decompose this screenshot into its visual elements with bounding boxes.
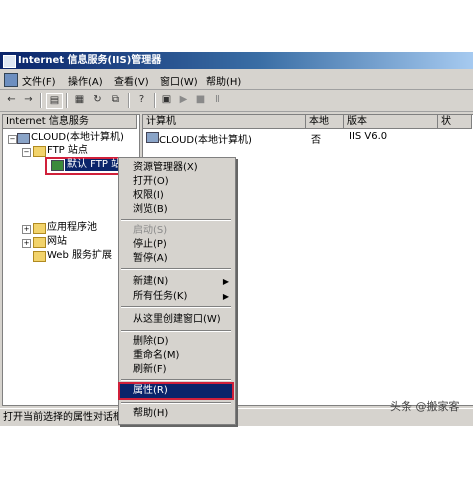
menu-item-open[interactable]: 打开(O) xyxy=(119,175,233,188)
folder-icon xyxy=(33,146,46,157)
show-tree-icon[interactable]: ▤ xyxy=(46,93,63,109)
properties-icon[interactable]: ▦ xyxy=(72,93,87,107)
column-header-version[interactable]: 版本 xyxy=(344,115,438,129)
menu-item-properties[interactable]: 属性(R) xyxy=(118,382,234,400)
cell-local: 否 xyxy=(311,135,321,146)
cell-version: IIS V6.0 xyxy=(349,131,388,142)
menu-window[interactable]: 窗口(W) xyxy=(160,73,198,88)
cell-computer: CLOUD(本地计算机) xyxy=(159,135,252,146)
menu-item-browse[interactable]: 浏览(B) xyxy=(119,203,233,216)
export-icon[interactable]: ⧉ xyxy=(108,93,123,107)
help-icon[interactable]: ? xyxy=(134,93,149,107)
toolbar-separator xyxy=(128,93,130,108)
menu-view[interactable]: 查看(V) xyxy=(114,73,149,88)
menu-file[interactable]: 文件(F) xyxy=(22,73,56,88)
pause-icon[interactable]: Ⅱ xyxy=(210,93,225,107)
menu-item-rename[interactable]: 重命名(M) xyxy=(119,349,233,362)
toolbar-separator xyxy=(66,93,68,108)
ftp-site-icon xyxy=(51,160,64,171)
window-title: Internet 信息服务(IIS)管理器 xyxy=(18,55,162,66)
menu-item-label: 权限(I) xyxy=(133,190,164,201)
menu-item-label: 启动(S) xyxy=(133,225,168,236)
menu-item-label: 属性(R) xyxy=(133,385,168,396)
menu-item-pause[interactable]: 暂停(A) xyxy=(119,252,233,265)
column-header-local[interactable]: 本地 xyxy=(306,115,344,129)
title-bar[interactable]: Internet 信息服务(IIS)管理器 xyxy=(0,52,473,69)
toolbar-separator xyxy=(154,93,156,108)
tree-header: Internet 信息服务 xyxy=(3,115,137,129)
column-header-computer[interactable]: 计算机 xyxy=(143,115,306,129)
menu-item-label: 打开(O) xyxy=(133,176,169,187)
menu-item-delete[interactable]: 删除(D) xyxy=(119,335,233,348)
stop-icon[interactable]: ■ xyxy=(193,93,208,107)
menu-item-refresh[interactable]: 刷新(F) xyxy=(119,363,233,376)
computer-icon[interactable]: ▣ xyxy=(159,93,174,107)
menu-separator xyxy=(121,402,231,404)
tree-item-websites[interactable]: 网站 xyxy=(47,236,67,248)
collapse-icon[interactable]: − xyxy=(8,135,17,144)
menu-item-new-window[interactable]: 从这里创建窗口(W) xyxy=(119,313,233,326)
iis-manager-window: Internet 信息服务(IIS)管理器 文件(F) 操作(A) 查看(V) … xyxy=(0,52,473,426)
forward-icon[interactable]: → xyxy=(21,93,36,107)
menu-separator xyxy=(121,268,231,270)
iis-app-icon xyxy=(3,55,16,68)
toolbar-separator xyxy=(40,93,42,108)
expand-icon[interactable]: + xyxy=(22,225,31,234)
menu-action[interactable]: 操作(A) xyxy=(68,73,103,88)
menu-item-label: 删除(D) xyxy=(133,336,169,347)
tree-item-default-ftp-site[interactable]: 默认 FTP 站 xyxy=(65,159,124,171)
menu-item-label: 停止(P) xyxy=(133,239,167,250)
refresh-icon[interactable]: ↻ xyxy=(90,93,105,107)
collapse-icon[interactable]: − xyxy=(22,148,31,157)
play-icon[interactable]: ▶ xyxy=(176,93,191,107)
window-menu-icon[interactable] xyxy=(4,73,18,87)
menu-item-label: 浏览(B) xyxy=(133,204,168,215)
expand-icon[interactable]: + xyxy=(22,239,31,248)
menu-item-label: 所有任务(K) xyxy=(133,291,188,302)
computer-icon xyxy=(17,133,30,144)
menu-item-stop[interactable]: 停止(P) xyxy=(119,238,233,251)
menu-item-all-tasks[interactable]: 所有任务(K) ▶ xyxy=(119,290,233,303)
menu-item-explorer[interactable]: 资源管理器(X) xyxy=(119,161,233,174)
menu-help[interactable]: 帮助(H) xyxy=(206,73,241,88)
menu-item-label: 资源管理器(X) xyxy=(133,162,198,173)
tree-item-computer[interactable]: CLOUD(本地计算机) xyxy=(31,132,124,144)
menu-item-permissions[interactable]: 权限(I) xyxy=(119,189,233,202)
menu-item-new[interactable]: 新建(N) ▶ xyxy=(119,275,233,288)
context-menu: 资源管理器(X) 打开(O) 权限(I) 浏览(B) 启动(S) 停止(P) 暂… xyxy=(118,157,236,425)
menu-bar: 文件(F) 操作(A) 查看(V) 窗口(W) 帮助(H) xyxy=(0,70,473,90)
menu-separator xyxy=(121,306,231,308)
menu-item-help[interactable]: 帮助(H) xyxy=(119,407,233,420)
watermark: 头条 @搬家客 xyxy=(390,400,460,413)
toolbar: ← → ▤ ▦ ↻ ⧉ ? ▣ ▶ ■ Ⅱ xyxy=(0,90,473,112)
tree-item-ftp-sites[interactable]: FTP 站点 xyxy=(47,145,88,157)
menu-item-label: 从这里创建窗口(W) xyxy=(133,314,221,325)
folder-icon xyxy=(33,237,46,248)
menu-item-label: 重命名(M) xyxy=(133,350,180,361)
folder-icon xyxy=(33,251,46,262)
menu-item-label: 暂停(A) xyxy=(133,253,168,264)
tree-item-web-extensions[interactable]: Web 服务扩展 xyxy=(47,250,112,262)
folder-icon xyxy=(33,223,46,234)
tree-item-app-pools[interactable]: 应用程序池 xyxy=(47,222,97,234)
status-text: 打开当前选择的属性对话框 xyxy=(3,412,123,423)
column-header-status[interactable]: 状 xyxy=(438,115,472,129)
menu-item-label: 新建(N) xyxy=(133,276,169,287)
menu-item-start[interactable]: 启动(S) xyxy=(119,224,233,237)
menu-separator xyxy=(121,330,231,332)
menu-item-label: 帮助(H) xyxy=(133,408,169,419)
computer-icon xyxy=(146,132,159,143)
menu-item-label: 刷新(F) xyxy=(133,364,167,375)
menu-separator xyxy=(121,219,231,221)
menu-separator xyxy=(121,379,231,381)
back-icon[interactable]: ← xyxy=(4,93,19,107)
table-row[interactable]: CLOUD(本地计算机) 否 IIS V6.0 xyxy=(143,130,472,146)
submenu-arrow-icon: ▶ xyxy=(222,292,229,301)
submenu-arrow-icon: ▶ xyxy=(222,277,229,286)
